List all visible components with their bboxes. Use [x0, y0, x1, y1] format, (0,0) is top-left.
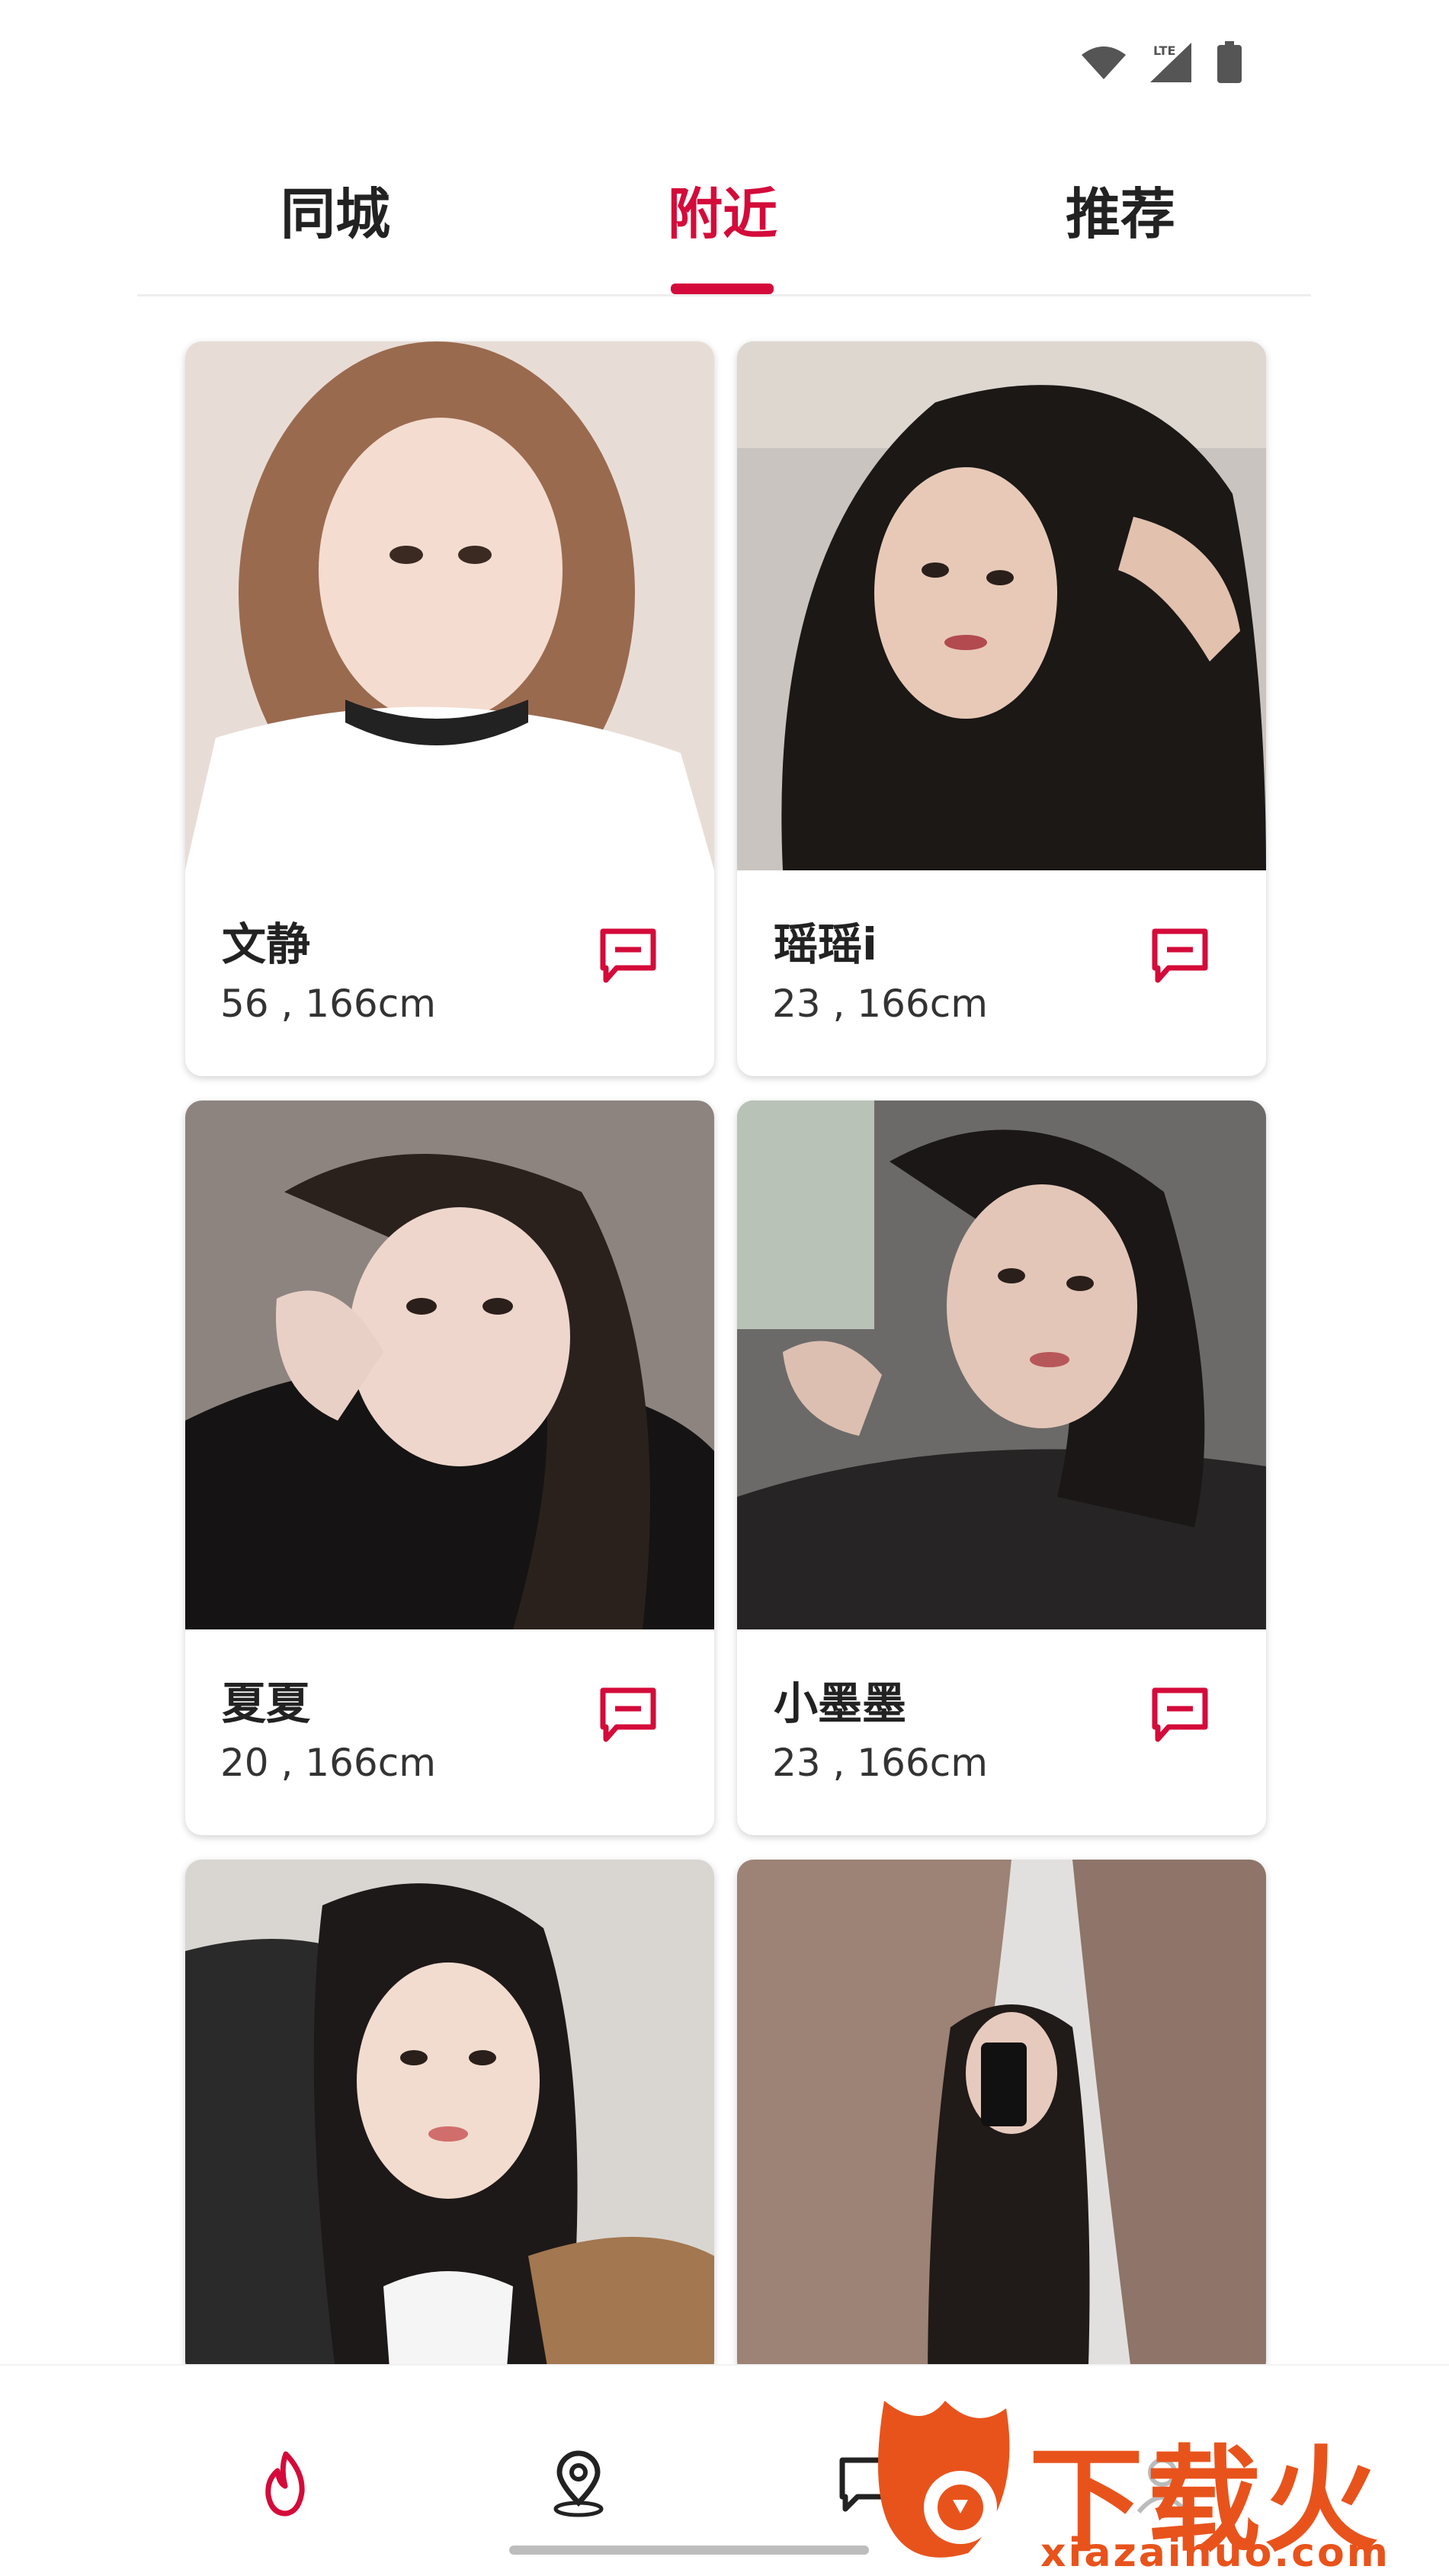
- tab-same-city[interactable]: 同城: [236, 169, 434, 249]
- chat-message-icon[interactable]: [1150, 927, 1210, 986]
- chat-message-icon[interactable]: [598, 1686, 658, 1745]
- flame-icon[interactable]: [252, 2449, 320, 2518]
- profile-card[interactable]: [737, 1860, 1266, 2378]
- tab-recommended[interactable]: 推荐: [1021, 169, 1220, 249]
- chat-message-icon[interactable]: [598, 927, 658, 986]
- tab-nearby[interactable]: 附近: [624, 169, 822, 249]
- battery-icon: [1217, 41, 1242, 83]
- profile-card[interactable]: 夏夏 20 , 166cm: [185, 1101, 714, 1835]
- wifi-icon: [1082, 46, 1126, 79]
- profile-name: 瑶瑶i: [774, 918, 877, 970]
- chat-message-icon[interactable]: [1150, 1686, 1210, 1745]
- profile-card[interactable]: 瑶瑶i 23 , 166cm: [737, 341, 1266, 1076]
- profile-photo[interactable]: [185, 1860, 714, 2378]
- profile-name: 夏夏: [222, 1677, 311, 1729]
- watermark-url: xiazaihuo.com: [1040, 2530, 1390, 2576]
- status-bar: LTE: [0, 0, 1449, 130]
- profile-photo[interactable]: [185, 1101, 714, 1629]
- profile-photo[interactable]: [737, 1101, 1266, 1629]
- signal-icon: LTE: [1150, 43, 1191, 82]
- home-indicator[interactable]: [509, 2546, 869, 2555]
- profile-age-height: 23 , 166cm: [772, 1741, 988, 1785]
- profile-age-height: 23 , 166cm: [772, 982, 988, 1026]
- profile-card[interactable]: 小墨墨 23 , 166cm: [737, 1101, 1266, 1835]
- profile-name: 小墨墨: [774, 1677, 907, 1729]
- watermark-logo: 下载火 xiazaihuo.com: [854, 2385, 1449, 2576]
- profile-name: 文静: [222, 918, 311, 970]
- tab-divider: [137, 294, 1311, 296]
- active-tab-indicator: [671, 284, 774, 294]
- location-pin-icon[interactable]: [544, 2449, 613, 2518]
- profile-photo[interactable]: [737, 1860, 1266, 2378]
- profile-photo[interactable]: [185, 341, 714, 870]
- profile-age-height: 20 , 166cm: [220, 1741, 436, 1785]
- svg-text:LTE: LTE: [1153, 43, 1175, 58]
- profile-photo[interactable]: [737, 341, 1266, 871]
- profile-card[interactable]: [185, 1860, 714, 2378]
- profile-age-height: 56 , 166cm: [220, 982, 436, 1026]
- profile-card[interactable]: 文静 56 , 166cm: [185, 341, 714, 1076]
